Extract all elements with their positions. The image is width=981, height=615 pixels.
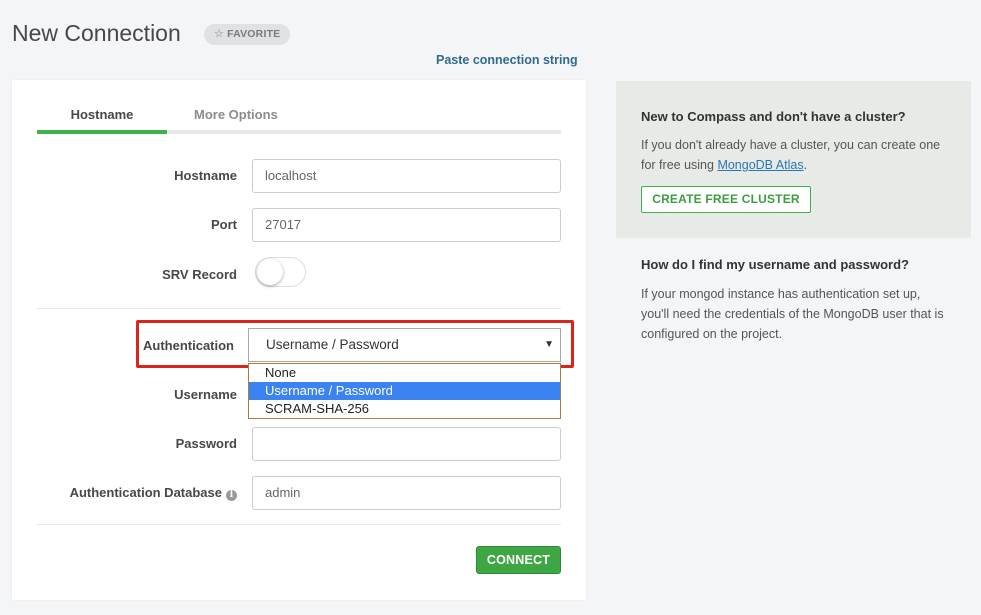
footer-divider [37,524,561,525]
info-icon[interactable]: i [226,490,237,501]
mongodb-atlas-link[interactable]: MongoDB Atlas [717,158,803,172]
tab-hostname[interactable]: Hostname [37,107,167,134]
section-divider [37,308,561,309]
auth-database-label-text: Authentication Database [69,485,222,500]
cluster-description: If you don't already have a cluster, you… [641,135,951,175]
page-title: New Connection [12,20,181,46]
atlas-info-panel: New to Compass and don't have a cluster?… [616,81,971,238]
authentication-dropdown: None Username / Password SCRAM-SHA-256 [248,363,561,419]
toggle-knob [257,259,283,285]
authentication-select[interactable]: Username / Password ▼ [248,328,561,362]
hostname-label: Hostname [174,168,237,183]
cluster-text-after: . [803,158,808,172]
favorite-button[interactable]: ☆ FAVORITE [204,24,291,45]
port-label: Port [211,217,237,232]
paste-connection-string-link[interactable]: Paste connection string [436,53,578,67]
dropdown-arrow-icon: ▼ [544,339,554,350]
connect-button[interactable]: CONNECT [476,546,561,574]
port-input[interactable]: 27017 [252,208,561,242]
auth-option-scram-sha-256[interactable]: SCRAM-SHA-256 [249,400,560,418]
tab-bar: Hostname More Options [37,80,561,134]
auth-database-input[interactable]: admin [252,476,561,510]
srv-record-label: SRV Record [162,267,237,282]
authentication-label: Authentication [143,338,234,353]
cluster-heading: New to Compass and don't have a cluster? [641,109,906,124]
star-icon: ☆ [214,28,225,40]
credentials-description: If your mongod instance has authenticati… [641,287,944,341]
srv-record-toggle[interactable] [255,257,306,287]
credentials-heading: How do I find my username and password? [641,257,909,272]
password-label: Password [175,436,237,451]
auth-option-none[interactable]: None [249,364,560,382]
username-label: Username [174,387,237,402]
authentication-selected-value: Username / Password [266,337,399,352]
favorite-label: FAVORITE [227,28,281,40]
connection-form-card: Hostname More Options Hostname localhost… [12,80,586,600]
password-input[interactable] [252,427,561,461]
auth-database-label: Authentication Database i [70,485,237,501]
hostname-input[interactable]: localhost [252,159,561,193]
tab-more-options[interactable]: More Options [194,107,278,122]
create-free-cluster-button[interactable]: CREATE FREE CLUSTER [641,186,811,213]
auth-option-username-password[interactable]: Username / Password [249,382,560,400]
